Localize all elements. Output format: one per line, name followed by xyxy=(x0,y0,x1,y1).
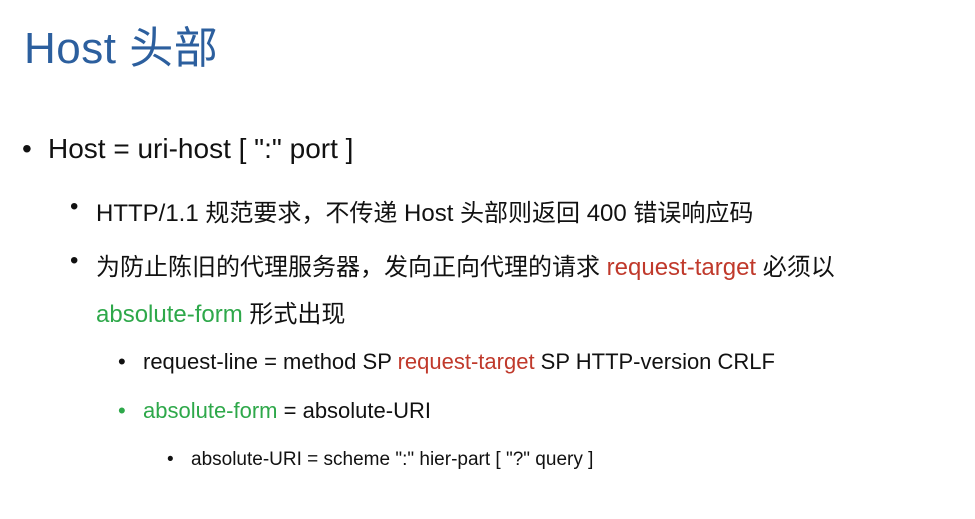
absolute-form-rest: = absolute-URI xyxy=(277,398,431,423)
proxy-requirement-line-2: absolute-form 形式出现 xyxy=(96,294,345,329)
absolute-form-term: absolute-form xyxy=(96,301,243,328)
bullet-level3-2: • xyxy=(118,398,126,423)
bullet-level2-1: • xyxy=(70,193,79,220)
page-title: Host 头部 xyxy=(24,24,219,73)
absolute-form-term-2: absolute-form xyxy=(143,398,278,423)
request-line-part2: SP HTTP-version CRLF xyxy=(534,349,775,374)
bullet-level3-1: • xyxy=(118,349,126,374)
absolute-uri-grammar: absolute-URI = scheme ":" hier-part [ "?… xyxy=(191,449,594,470)
bullet-level4: • xyxy=(167,449,174,470)
http11-requirement-line: HTTP/1.1 规范要求，不传递 Host 头部则返回 400 错误响应码 xyxy=(96,200,754,227)
proxy-text-rest: 形式出现 xyxy=(242,301,346,328)
bullet-level2-2: • xyxy=(70,247,79,274)
proxy-text-part1: 为防止陈旧的代理服务器，发向正向代理的请求 xyxy=(96,254,607,281)
bullet-level1: • xyxy=(22,133,32,164)
request-line-part1: request-line = method SP xyxy=(143,349,398,374)
request-target-term: request-target xyxy=(606,254,757,281)
host-syntax-line: Host = uri-host [ ":" port ] xyxy=(48,133,354,164)
proxy-text-part2: 必须以 xyxy=(756,254,835,281)
absolute-form-grammar: absolute-form = absolute-URI xyxy=(143,398,431,424)
proxy-requirement-line: 为防止陈旧的代理服务器，发向正向代理的请求 request-target 必须以 xyxy=(96,247,835,282)
request-target-term-2: request-target xyxy=(397,349,535,374)
request-line-grammar: request-line = method SP request-target … xyxy=(143,349,775,375)
